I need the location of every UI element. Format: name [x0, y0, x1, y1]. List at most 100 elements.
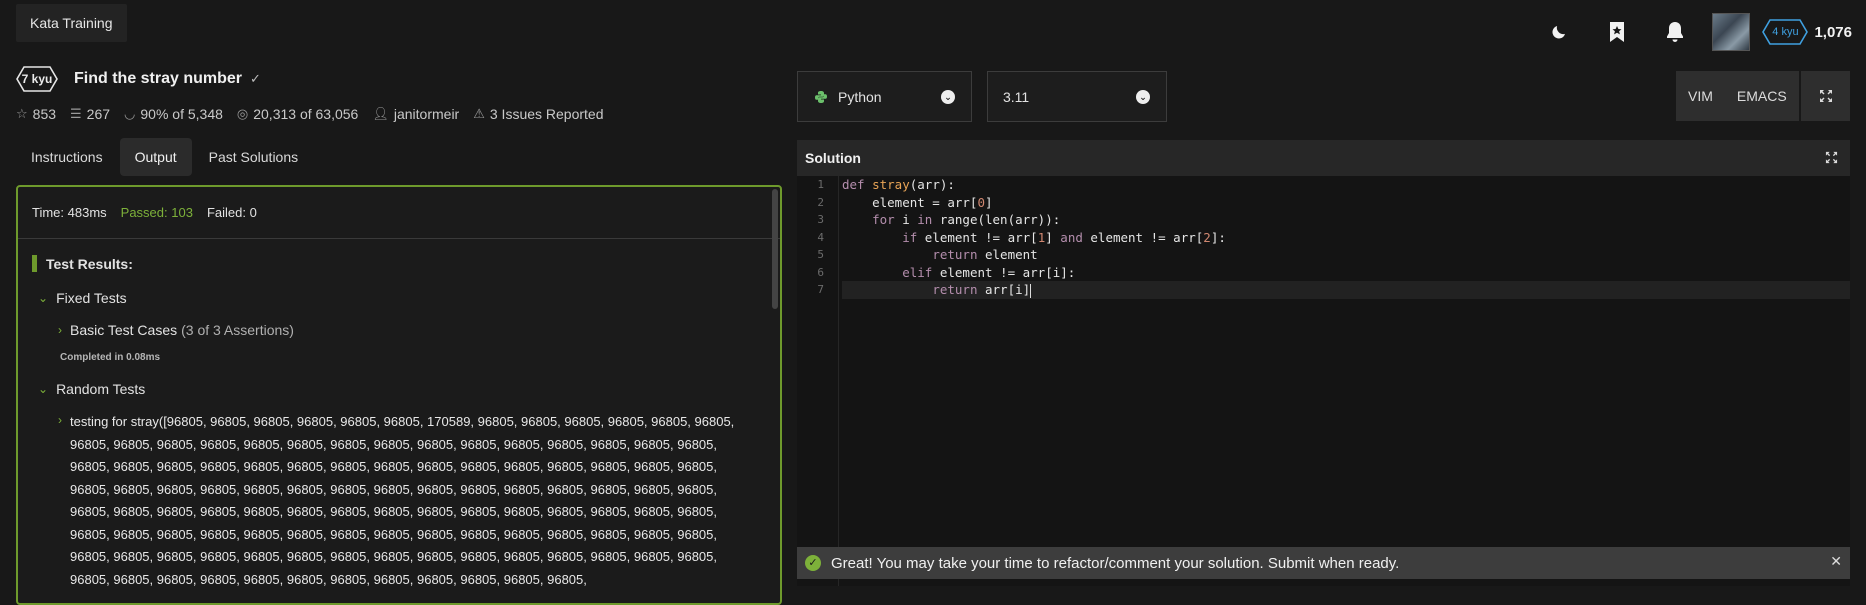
random-tests-label: Random Tests [56, 381, 146, 397]
bell-icon [1667, 22, 1684, 42]
completed-stat: ◎ 20,313 of 63,056 [237, 106, 358, 122]
version-select[interactable]: 3.11 ⌄ [987, 71, 1167, 122]
code-line[interactable]: return element [842, 246, 1850, 264]
line-number: 5 [817, 248, 824, 261]
code-editor[interactable]: 1 2 3 4 5 6 7 def stray(arr): element = … [797, 176, 1850, 586]
honor-score: 1,076 [1814, 23, 1852, 41]
solution-header: Solution [797, 140, 1850, 176]
bookmark-star-icon [1610, 22, 1625, 42]
vim-mode-button[interactable]: VIM [1676, 71, 1725, 121]
issues-value: 3 Issues Reported [489, 106, 604, 122]
line-number-gutter: 1 2 3 4 5 6 7 [797, 176, 839, 586]
line-number: 2 [817, 195, 824, 209]
kata-info-panel: 7 kyu Find the stray number ✓ ☆ 853 ☰ 267 … [16, 66, 784, 176]
kata-training-button[interactable]: Kata Training [16, 4, 127, 42]
tab-instructions[interactable]: Instructions [16, 138, 118, 176]
code-area[interactable]: def stray(arr): element = arr[0] for i i… [842, 176, 1850, 299]
collections-count: 267 [86, 106, 111, 122]
tab-past-solutions[interactable]: Past Solutions [194, 138, 314, 176]
kata-stats: ☆ 853 ☰ 267 ◡ 90% of 5,348 ◎ 20,313 of 63,05… [16, 104, 784, 124]
close-icon[interactable]: ✕ [1830, 553, 1842, 570]
expand-icon[interactable] [1825, 151, 1838, 164]
passed-count: Passed: 103 [120, 205, 193, 220]
star-icon: ☆ [16, 106, 28, 121]
chevron-right-icon: › [58, 323, 62, 337]
author-name: janitormeir [393, 106, 460, 122]
success-toast: ✓ Great! You may take your time to refac… [797, 547, 1850, 579]
code-line[interactable]: if element != arr[1] and element != arr[… [842, 229, 1850, 247]
random-test-case-label: testing for stray([96805, 96805, 96805, … [70, 414, 735, 587]
top-right-nav: 4 kyu 1,076 [1530, 12, 1852, 52]
panel-tabs: Instructions Output Past Solutions [16, 138, 784, 176]
user-rank-badge[interactable]: 4 kyu [1762, 19, 1809, 45]
kata-title-row: 7 kyu Find the stray number ✓ [16, 66, 784, 92]
result-status-bar [32, 255, 37, 272]
issues-stat[interactable]: ⚠︎ 3 Issues Reported [473, 106, 603, 122]
user-rank-label: 4 kyu [1772, 26, 1799, 38]
chevron-down-icon: ⌄ [1136, 89, 1150, 104]
basic-test-cases[interactable]: › Basic Test Cases (3 of 3 Assertions) [58, 322, 780, 338]
kata-rank-badge: 7 kyu [16, 66, 66, 92]
solution-panel: Solution 1 2 3 4 5 6 7 def stray(arr): e… [797, 140, 1850, 586]
kata-rank-label: 7 kyu [21, 72, 53, 86]
stars-stat[interactable]: ☆ 853 [16, 106, 56, 122]
code-line[interactable]: element = arr[0] [842, 194, 1850, 212]
random-tests-group[interactable]: ⌄ Random Tests [38, 381, 780, 397]
emacs-mode-button[interactable]: EMACS [1724, 71, 1799, 121]
author-stat[interactable]: 👤︎ janitormeir [372, 106, 459, 122]
output-panel: Time: 483ms Passed: 103 Failed: 0 Test R… [16, 185, 782, 605]
chevron-down-icon: ⌄ [38, 291, 49, 305]
line-number: 4 [817, 230, 824, 244]
check-circle-icon: ✓ [805, 555, 821, 571]
fixed-tests-label: Fixed Tests [56, 290, 127, 306]
random-test-case[interactable]: › testing for stray([96805, 96805, 96805… [58, 411, 780, 591]
line-number: 3 [817, 213, 824, 226]
chevron-down-icon: ⌄ [941, 89, 955, 104]
rating-icon: ◡ [124, 106, 136, 121]
test-results-title: Test Results: [46, 255, 133, 272]
checkmark-icon: ✓ [250, 71, 261, 86]
editor-mode-group: VIM EMACS [1676, 71, 1799, 121]
fullscreen-button[interactable] [1801, 71, 1850, 121]
satisfaction-stat: ◡ 90% of 5,348 [124, 106, 223, 122]
fixed-tests-group[interactable]: ⌄ Fixed Tests [38, 290, 780, 306]
code-line[interactable]: for i in range(len(arr)): [842, 211, 1850, 229]
language-value: Python [838, 88, 882, 105]
failed-count: Failed: 0 [206, 205, 257, 220]
line-number: 7 [817, 283, 824, 296]
run-time: Time: 483ms [32, 205, 107, 220]
code-line-current[interactable]: return arr[i] [842, 281, 1850, 299]
kata-title[interactable]: Find the stray number [74, 70, 242, 88]
expand-icon [1819, 90, 1832, 102]
avatar[interactable] [1712, 13, 1751, 51]
version-value: 3.11 [1003, 88, 1030, 105]
line-number: 1 [817, 178, 824, 191]
satisfaction-value: 90% of 5,348 [140, 106, 223, 122]
warning-icon: ⚠︎ [473, 106, 485, 121]
basic-test-cases-label: Basic Test Cases [70, 322, 178, 338]
output-scrollbar[interactable] [772, 189, 778, 309]
test-results-heading: Test Results: [32, 255, 780, 272]
layers-icon: ☰ [70, 106, 82, 121]
target-icon: ◎ [236, 106, 249, 121]
top-bar: Kata Training 4 kyu 1,076 [0, 0, 1866, 52]
solution-title: Solution [805, 150, 861, 166]
completed-value: 20,313 of 63,056 [253, 106, 359, 122]
code-line[interactable]: elif element != arr[i]: [842, 264, 1850, 282]
code-line[interactable]: def stray(arr): [842, 176, 1850, 194]
bookmarks-button[interactable] [1588, 12, 1646, 52]
chevron-right-icon: › [58, 413, 62, 427]
collections-stat[interactable]: ☰ 267 [70, 106, 110, 122]
line-number: 6 [817, 265, 824, 279]
basic-assertions: (3 of 3 Assertions) [181, 322, 294, 338]
tab-output[interactable]: Output [119, 138, 192, 176]
toast-message: Great! You may take your time to refacto… [831, 554, 1400, 572]
stars-count: 853 [32, 106, 57, 122]
moon-icon [1552, 26, 1566, 39]
dark-mode-toggle[interactable] [1530, 12, 1588, 52]
language-select[interactable]: Python ⌄ [797, 71, 972, 122]
completed-time: Completed in 0.08ms [60, 352, 161, 363]
user-icon: 👤︎ [372, 106, 389, 121]
notifications-button[interactable] [1646, 12, 1704, 52]
python-icon [815, 90, 827, 103]
